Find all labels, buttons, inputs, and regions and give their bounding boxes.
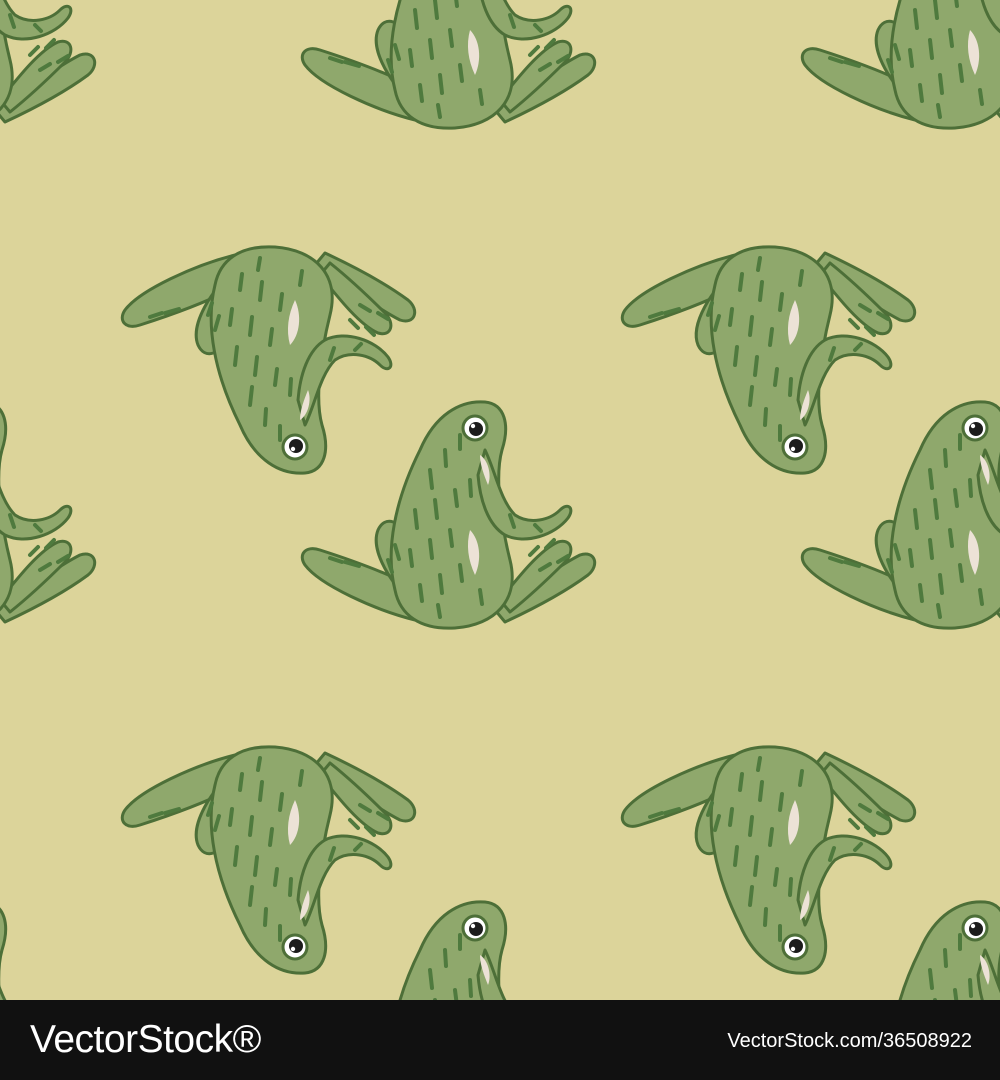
image-canvas: .fb { fill: #8fa86c; stroke: #4d6f38; st… bbox=[0, 0, 1000, 1080]
frog-pattern: .fb { fill: #8fa86c; stroke: #4d6f38; st… bbox=[0, 0, 1000, 1000]
watermark-image-id: VectorStock.com/36508922 bbox=[727, 1030, 972, 1052]
watermark-footer: VectorStock® VectorStock.com/36508922 bbox=[0, 1000, 1000, 1080]
watermark-brand: VectorStock® bbox=[30, 1018, 261, 1061]
